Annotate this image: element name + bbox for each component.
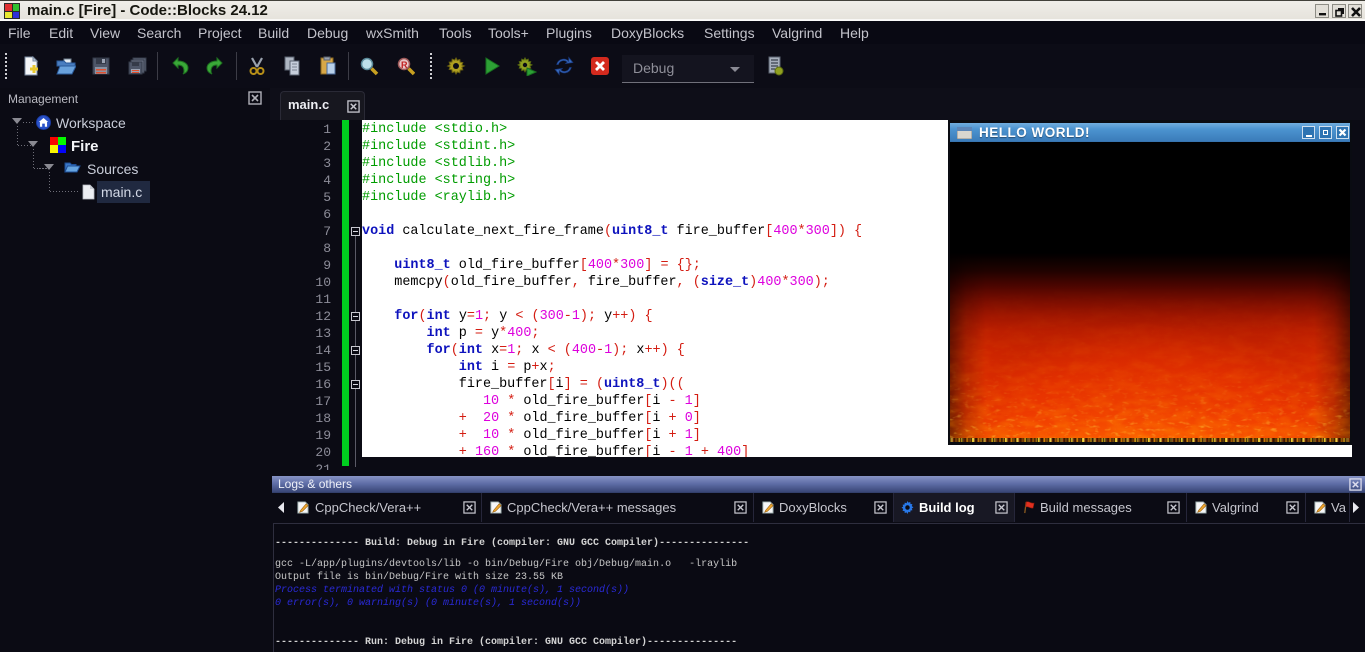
svg-text:R: R: [401, 60, 408, 70]
